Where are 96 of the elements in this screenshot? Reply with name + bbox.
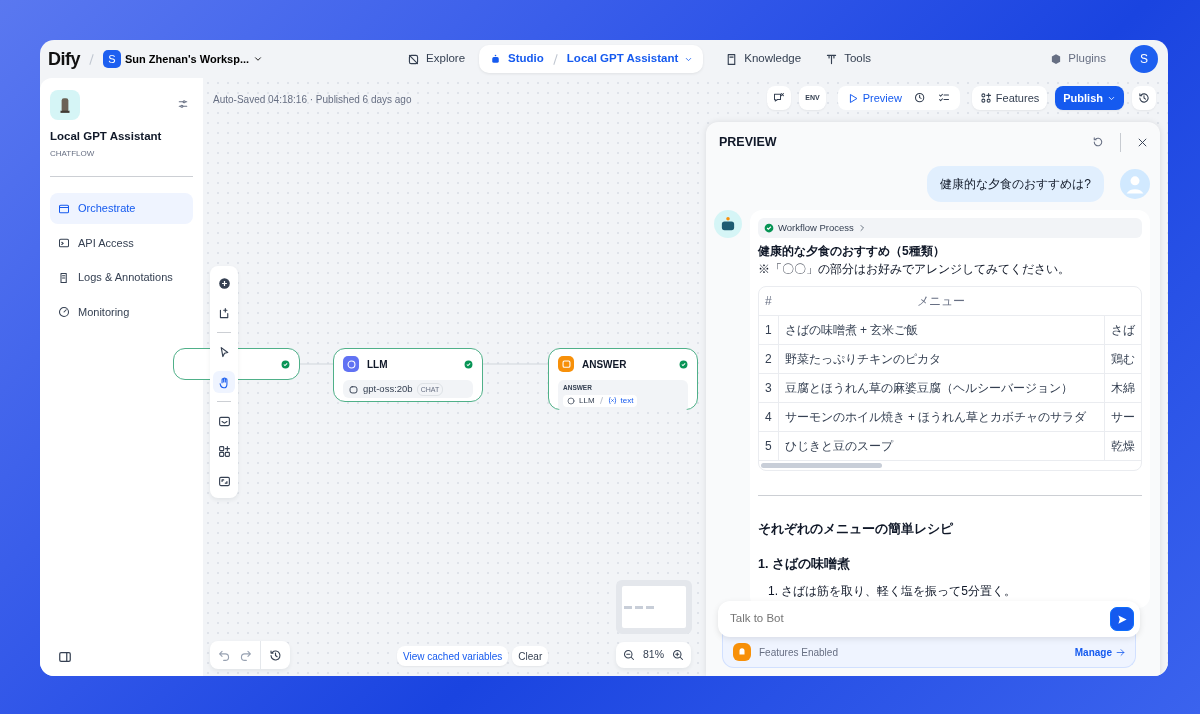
robot-avatar-icon — [714, 209, 742, 238]
column-header: メニュー — [778, 287, 1105, 316]
play-icon — [847, 92, 859, 104]
sidebar-item[interactable]: Monitoring — [50, 296, 193, 328]
version-history-button[interactable] — [1132, 86, 1156, 110]
user-message: 健康的な夕食のおすすめは? — [927, 165, 1104, 202]
chevron-right-icon — [857, 223, 866, 232]
section-heading: それぞれのメニューの簡単レシピ — [758, 521, 954, 538]
window-icon — [58, 202, 70, 215]
table-cell: さば — [1104, 315, 1141, 345]
checklist-icon — [937, 92, 950, 104]
apps-icon — [979, 92, 992, 104]
document-icon — [58, 271, 70, 284]
table-cell: 2 — [759, 344, 779, 374]
layout-icon[interactable] — [217, 444, 231, 458]
user-avatar-icon — [1120, 168, 1150, 199]
features-status: Features Enabled — [759, 645, 839, 660]
column-header: # — [759, 287, 779, 316]
app-icon — [50, 90, 80, 120]
manage-link[interactable]: Manage — [1074, 644, 1125, 660]
table-cell: さばの味噌煮 + 玄米ご飯 — [778, 315, 1105, 345]
add-node-icon[interactable] — [217, 276, 231, 290]
table-cell: サーモンのホイル焼き + ほうれん草とカボチャのサラダ — [778, 402, 1105, 432]
fit-view-icon[interactable] — [217, 474, 231, 488]
app-type: CHATFLOW — [50, 148, 96, 161]
sidebar-item[interactable]: Orchestrate — [50, 193, 193, 224]
terminal-icon — [58, 237, 70, 249]
clear-button[interactable]: Clear — [512, 646, 549, 666]
check-circle-icon — [464, 359, 473, 369]
history-icon[interactable] — [269, 648, 282, 662]
chat-clear-icon — [773, 92, 786, 104]
node-title: ANSWER — [582, 357, 628, 372]
view-cached-variables-button[interactable]: View cached variables — [397, 646, 509, 666]
nav-tab[interactable]: Tools — [815, 45, 881, 73]
app-title: Local GPT Assistant — [50, 129, 163, 144]
history-icon — [1138, 92, 1150, 104]
arrow-right-icon — [1116, 647, 1125, 657]
undo-icon[interactable] — [218, 648, 231, 662]
hand-icon[interactable] — [217, 375, 231, 389]
table-cell: 野菜たっぷりチキンのピカタ — [778, 344, 1105, 374]
workflow-process-toggle[interactable]: Workflow Process — [758, 217, 1142, 238]
zoom-out-icon[interactable] — [623, 649, 635, 661]
table-cell: サー — [1104, 402, 1141, 432]
nav-tab[interactable]: Studio Local GPT Assistant — [479, 45, 704, 73]
save-status: Auto-Saved 04:18:16 · Published 6 days ago — [213, 92, 412, 107]
features-button[interactable]: Features — [971, 86, 1048, 110]
app-name: Local GPT Assistant — [566, 51, 679, 67]
user-avatar[interactable]: S — [1130, 45, 1158, 73]
refresh-icon[interactable] — [1092, 136, 1104, 149]
table-cell: 豆腐とほうれん草の麻婆豆腐（ヘルシーバージョン） — [778, 373, 1105, 403]
gauge-icon — [58, 306, 70, 318]
model-name: gpt-oss:20b — [363, 382, 413, 396]
nav-tab[interactable]: Knowledge — [715, 45, 812, 73]
plugins-button[interactable]: Plugins — [1040, 45, 1116, 73]
send-button[interactable] — [1110, 607, 1134, 631]
clear-chat-button[interactable] — [767, 86, 792, 110]
note-icon[interactable] — [217, 306, 231, 320]
chevron-down-icon — [253, 54, 264, 64]
cube-icon — [1050, 53, 1063, 65]
close-icon[interactable] — [1137, 136, 1148, 148]
sidebar-item[interactable]: Logs & Annotations — [50, 262, 193, 293]
clock-play-icon — [913, 92, 926, 104]
zoom-level[interactable]: 81% — [643, 647, 664, 663]
table-cell: 3 — [759, 373, 779, 403]
variable-icon — [607, 396, 617, 406]
zoom-in-icon[interactable] — [672, 649, 684, 661]
redo-icon[interactable] — [239, 648, 252, 662]
table-cell: 1 — [759, 315, 779, 345]
answer-heading: 健康的な夕食のおすすめ（5種類） — [758, 243, 946, 260]
logo[interactable]: Dify — [48, 45, 80, 73]
sidebar-toggle-icon[interactable] — [58, 650, 72, 664]
check-circle-icon — [764, 222, 774, 233]
hammer-icon — [825, 52, 839, 66]
variable-chip: LLM text — [563, 394, 638, 407]
table-cell: 木綿 — [1104, 373, 1141, 403]
table-cell: 乾燥 — [1104, 431, 1141, 461]
settings-icon[interactable] — [177, 98, 189, 110]
answer-note: ※「〇〇」の部分はお好みでアレンジしてみてください。 — [758, 261, 1071, 278]
node-title: LLM — [367, 357, 389, 372]
check-circle-icon — [281, 359, 290, 369]
chat-input[interactable]: Talk to Bot — [728, 609, 1110, 629]
table-cell: 5 — [759, 431, 779, 461]
publish-button[interactable]: Publish — [1055, 86, 1124, 110]
check-circle-icon — [679, 359, 688, 369]
send-icon — [1116, 613, 1128, 625]
message-field[interactable]: Talk to Bot — [718, 601, 1140, 637]
features-icon — [733, 643, 751, 661]
table-cell: 鶏む — [1104, 344, 1141, 374]
table-cell: ひじきと豆のスープ — [778, 431, 1105, 461]
sidebar-item[interactable]: API Access — [50, 227, 193, 259]
panel-title: PREVIEW — [719, 134, 778, 151]
workspace-selector[interactable]: S Sun Zhenan's Worksp... — [103, 50, 264, 68]
table-cell: 4 — [759, 402, 779, 432]
recipe-heading: 1. さばの味噌煮 — [758, 555, 851, 573]
nav-tab[interactable]: Explore — [397, 45, 476, 73]
recipe-step: 1. さばは筋を取り、軽く塩を振って5分置く。 — [758, 581, 1142, 600]
